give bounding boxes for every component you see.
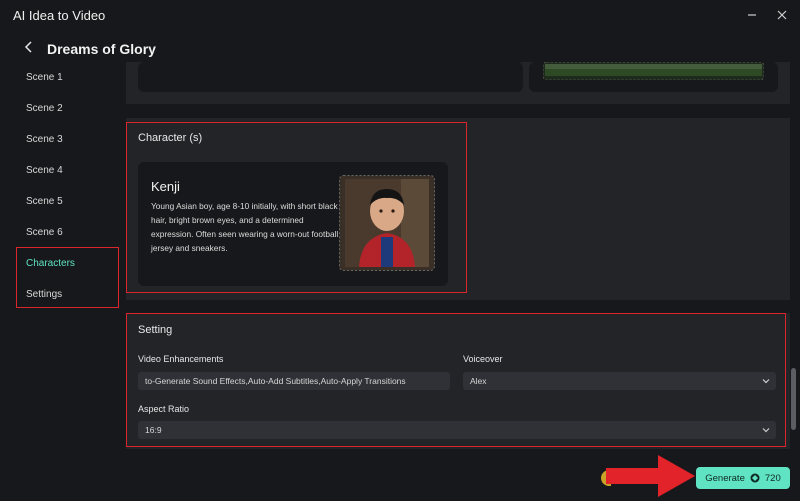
sidebar-item-scene-3[interactable]: Scene 3 xyxy=(26,134,63,145)
characters-section-title: Character (s) xyxy=(138,132,203,144)
app-title: AI Idea to Video xyxy=(13,8,106,23)
video-enhancements-value: to-Generate Sound Effects,Auto-Add Subti… xyxy=(145,376,406,386)
voiceover-label: Voiceover xyxy=(463,354,503,364)
sidebar-item-settings[interactable]: Settings xyxy=(26,289,62,300)
scene-panel xyxy=(126,62,790,104)
page-title: Dreams of Glory xyxy=(47,41,156,57)
red-arrow-annotation-icon xyxy=(606,455,695,497)
sidebar-item-characters[interactable]: Characters xyxy=(26,258,75,269)
scene-image-card xyxy=(529,62,778,92)
scene-description-card xyxy=(138,62,523,92)
chevron-down-icon xyxy=(762,428,770,433)
minimize-button[interactable] xyxy=(743,6,761,24)
character-name: Kenji xyxy=(151,179,180,194)
aspect-ratio-value: 16:9 xyxy=(145,425,162,435)
chevron-down-icon xyxy=(762,379,770,384)
page-header: Dreams of Glory xyxy=(0,30,800,66)
voiceover-value: Alex xyxy=(470,376,487,386)
generate-label: Generate xyxy=(705,472,745,484)
title-bar: AI Idea to Video xyxy=(0,0,800,30)
aspect-ratio-select[interactable]: 16:9 xyxy=(138,421,776,439)
voiceover-select[interactable]: Alex xyxy=(463,372,776,390)
sidebar: Scene 1 Scene 2 Scene 3 Scene 4 Scene 5 … xyxy=(0,62,125,501)
scene-thumbnail-image[interactable] xyxy=(543,62,764,80)
sidebar-item-scene-6[interactable]: Scene 6 xyxy=(26,227,63,238)
character-card[interactable]: Kenji Young Asian boy, age 8-10 initiall… xyxy=(138,162,448,286)
close-icon xyxy=(777,10,787,20)
aspect-ratio-label: Aspect Ratio xyxy=(138,404,190,414)
credit-icon xyxy=(750,473,760,483)
video-enhancements-select[interactable]: to-Generate Sound Effects,Auto-Add Subti… xyxy=(138,372,450,390)
character-description: Young Asian boy, age 8-10 initially, wit… xyxy=(151,201,339,253)
sidebar-item-scene-1[interactable]: Scene 1 xyxy=(26,72,63,83)
vertical-scrollbar[interactable] xyxy=(791,368,796,430)
setting-panel: Setting Video Enhancements to-Generate S… xyxy=(126,313,790,449)
sidebar-item-scene-5[interactable]: Scene 5 xyxy=(26,196,63,207)
video-enhancements-label: Video Enhancements xyxy=(138,354,224,364)
setting-section-title: Setting xyxy=(138,324,173,336)
close-button[interactable] xyxy=(773,6,791,24)
characters-panel: Character (s) Kenji Young Asian boy, age… xyxy=(126,118,790,300)
generate-button[interactable]: Generate 720 xyxy=(696,467,790,489)
character-portrait-image[interactable] xyxy=(339,175,435,271)
sidebar-item-scene-4[interactable]: Scene 4 xyxy=(26,165,63,176)
main-content: Character (s) Kenji Young Asian boy, age… xyxy=(126,62,790,501)
minimize-icon xyxy=(748,14,756,16)
back-arrow-icon[interactable] xyxy=(22,40,36,54)
generate-credits: 720 xyxy=(764,472,781,484)
sidebar-item-scene-2[interactable]: Scene 2 xyxy=(26,103,63,114)
